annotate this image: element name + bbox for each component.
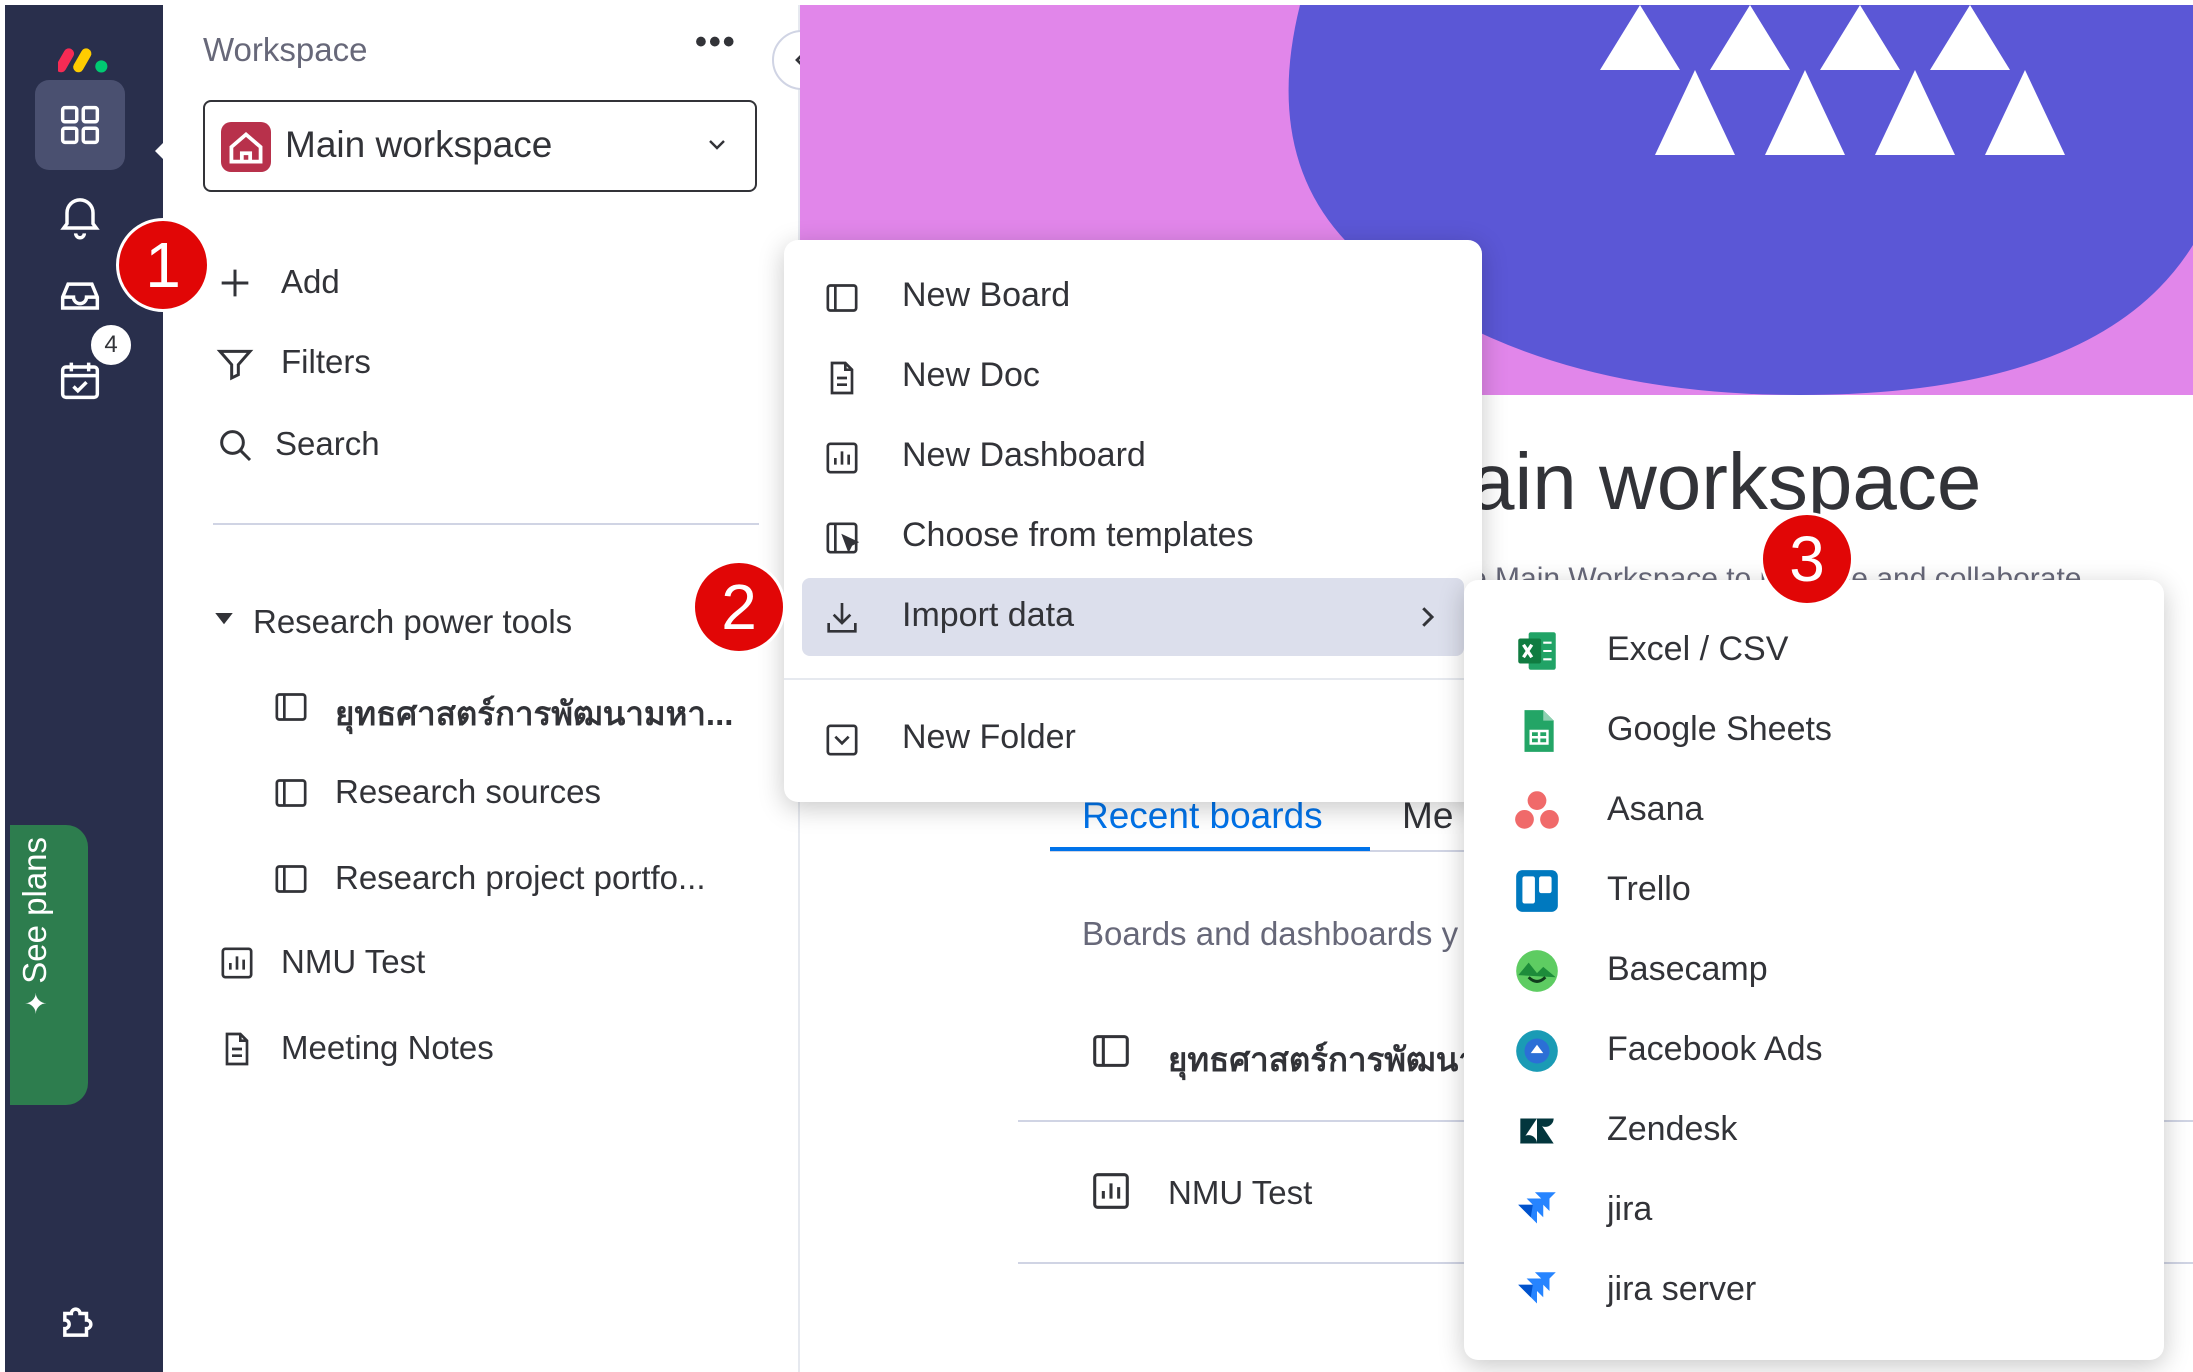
workspace-more-options-icon[interactable]: •••: [695, 23, 737, 62]
menu-divider: [784, 678, 1482, 680]
sidebar-item-nmu-test[interactable]: NMU Test: [281, 943, 425, 981]
menu-item-new-doc[interactable]: New Doc: [802, 338, 1464, 416]
see-plans-button[interactable]: ✦ See plans: [10, 825, 88, 1105]
workspace-home-icon: [221, 122, 271, 172]
recent-board-item[interactable]: ยุทธศาสตร์การพัฒนา: [1168, 1033, 1477, 1086]
import-option-excel-csv[interactable]: Excel / CSV: [1464, 610, 2164, 690]
board-icon: [1093, 1035, 1129, 1067]
doc-icon: [830, 361, 854, 395]
active-tab-underline: [1050, 847, 1370, 851]
see-plans-label: See plans: [16, 836, 53, 984]
step-badge-1: 1: [116, 218, 210, 312]
import-option-zendesk[interactable]: Zendesk: [1464, 1090, 2164, 1170]
search-button[interactable]: Search: [275, 425, 380, 463]
basecamp-icon: [1516, 950, 1558, 992]
trello-icon: [1516, 870, 1558, 912]
dashboard-icon: [826, 442, 858, 474]
workspaces-grid-icon[interactable]: [35, 80, 125, 170]
import-option-facebook-ads[interactable]: Facebook Ads: [1464, 1010, 2164, 1090]
menu-item-choose-from-templates[interactable]: Choose from templates: [802, 498, 1464, 576]
recent-board-item[interactable]: NMU Test: [1168, 1174, 1312, 1212]
menu-item-new-dashboard[interactable]: New Dashboard: [802, 418, 1464, 496]
sidebar-board-item[interactable]: ยุทธศาสตร์การพัฒนามหา...: [335, 687, 733, 740]
menu-item-import-data[interactable]: Import data: [802, 578, 1464, 656]
jira-server-icon: [1518, 1272, 1556, 1304]
apps-puzzle-icon[interactable]: [35, 1275, 125, 1365]
my-work-calendar-icon[interactable]: [35, 335, 125, 425]
sidebar-board-item[interactable]: Research project portfo...: [335, 859, 706, 897]
sidebar-item-meeting-notes[interactable]: Meeting Notes: [281, 1029, 494, 1067]
workspace-title: ain workspace: [1470, 437, 1982, 526]
workspace-sidebar: Workspace ••• Main workspace Add Filters…: [163, 5, 800, 1372]
sidebar-divider: [213, 523, 759, 525]
recent-boards-caption: Boards and dashboards y: [1082, 915, 1459, 952]
add-button[interactable]: Add: [281, 263, 340, 301]
workspace-section-label: Workspace: [203, 31, 368, 68]
search-icon: [220, 430, 252, 462]
import-option-jira-server[interactable]: jira server: [1464, 1250, 2164, 1330]
chevron-down-icon: [709, 140, 725, 150]
asana-icon: [1515, 791, 1559, 829]
caret-down-icon[interactable]: [209, 603, 239, 633]
google-sheets-icon: [1524, 710, 1554, 752]
jira-icon: [1518, 1192, 1556, 1224]
step-badge-3: 3: [1760, 512, 1854, 606]
plus-icon: [221, 269, 249, 297]
excel-icon: [1518, 632, 1556, 670]
board-icon: [275, 779, 307, 807]
import-data-submenu: Excel / CSV Google Sheets Asana Trello B…: [1464, 580, 2164, 1360]
board-icon: [826, 284, 858, 312]
doc-icon: [225, 1032, 249, 1066]
import-download-icon: [827, 603, 857, 633]
dashboard-icon: [221, 947, 253, 979]
workspace-selector-dropdown[interactable]: Main workspace: [203, 100, 757, 192]
dashboard-icon: [1093, 1173, 1129, 1209]
import-option-trello[interactable]: Trello: [1464, 850, 2164, 930]
sidebar-board-item[interactable]: Research sources: [335, 773, 601, 811]
folder-research-power-tools[interactable]: Research power tools: [253, 603, 572, 641]
zendesk-icon: [1520, 1118, 1554, 1144]
board-icon: [275, 693, 307, 721]
menu-item-new-board[interactable]: New Board: [802, 258, 1464, 336]
templates-icon: [826, 522, 860, 554]
notifications-bell-icon[interactable]: [35, 170, 125, 260]
menu-item-new-folder[interactable]: New Folder: [802, 700, 1464, 778]
board-icon: [275, 865, 307, 893]
import-option-jira[interactable]: jira: [1464, 1170, 2164, 1250]
left-rail: 4 ✦ See plans: [5, 5, 169, 1372]
filters-button[interactable]: Filters: [281, 343, 371, 381]
filter-icon: [216, 349, 254, 381]
facebook-ads-icon: [1516, 1030, 1558, 1072]
add-dropdown-menu: New Board New Doc New Dashboard Choose f…: [784, 240, 1482, 802]
folder-icon: [826, 724, 858, 756]
import-option-google-sheets[interactable]: Google Sheets: [1464, 690, 2164, 770]
chevron-right-icon: [1422, 607, 1435, 627]
import-option-basecamp[interactable]: Basecamp: [1464, 930, 2164, 1010]
step-badge-2: 2: [692, 560, 786, 654]
workspace-selector-label: Main workspace: [285, 124, 553, 165]
import-option-asana[interactable]: Asana: [1464, 770, 2164, 850]
